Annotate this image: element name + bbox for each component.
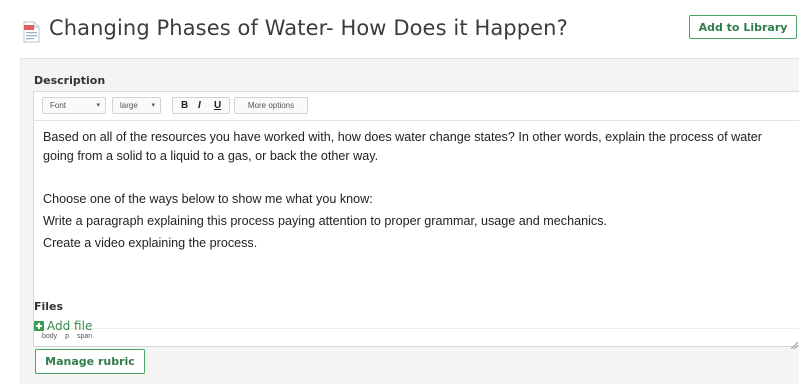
editor-statusbar: body p span: [34, 328, 799, 350]
underline-button[interactable]: U: [214, 100, 221, 111]
path-item[interactable]: span: [77, 333, 92, 340]
manage-rubric-button[interactable]: Manage rubric: [35, 349, 145, 374]
font-select-label: Font: [50, 101, 67, 110]
editor-toolbar: Font ▾ large ▾ B I U More options: [34, 92, 799, 121]
page-title: Changing Phases of Water- How Does it Ha…: [49, 16, 568, 40]
format-buttons: B I U: [172, 97, 230, 114]
document-icon: [23, 21, 40, 43]
plus-icon: [34, 321, 44, 331]
size-select[interactable]: large ▾: [112, 97, 161, 114]
assignment-panel: Description Font ▾ large ▾ B I U More op…: [20, 58, 799, 384]
bold-button[interactable]: B: [181, 100, 188, 111]
size-select-label: large: [120, 101, 138, 110]
italic-button[interactable]: I: [198, 100, 201, 111]
description-label: Description: [34, 74, 106, 87]
paragraph: Write a paragraph explaining this proces…: [43, 214, 608, 228]
paragraph: [43, 166, 795, 185]
chevron-down-icon: ▾: [151, 102, 155, 109]
font-select[interactable]: Font ▾: [42, 97, 106, 114]
page-header: Changing Phases of Water- How Does it Ha…: [0, 4, 799, 56]
files-label: Files: [34, 300, 64, 313]
add-file-label: Add file: [47, 319, 93, 333]
resize-handle-icon[interactable]: [790, 336, 799, 350]
element-path: body p span: [42, 333, 98, 340]
path-item[interactable]: body: [42, 333, 57, 340]
chevron-down-icon: ▾: [96, 102, 100, 109]
paragraph: Create a video explaining the process.: [43, 236, 258, 250]
paragraph: Choose one of the ways below to show me …: [43, 192, 373, 206]
paragraph: Based on all of the resources you have w…: [43, 130, 762, 163]
description-editor[interactable]: Font ▾ large ▾ B I U More options Based …: [33, 91, 799, 350]
more-options-button[interactable]: More options: [234, 97, 308, 114]
path-item[interactable]: p: [65, 333, 69, 340]
editor-content[interactable]: Based on all of the resources you have w…: [43, 128, 795, 253]
add-to-library-button[interactable]: Add to Library: [689, 15, 797, 39]
add-file-link[interactable]: Add file: [34, 319, 92, 333]
